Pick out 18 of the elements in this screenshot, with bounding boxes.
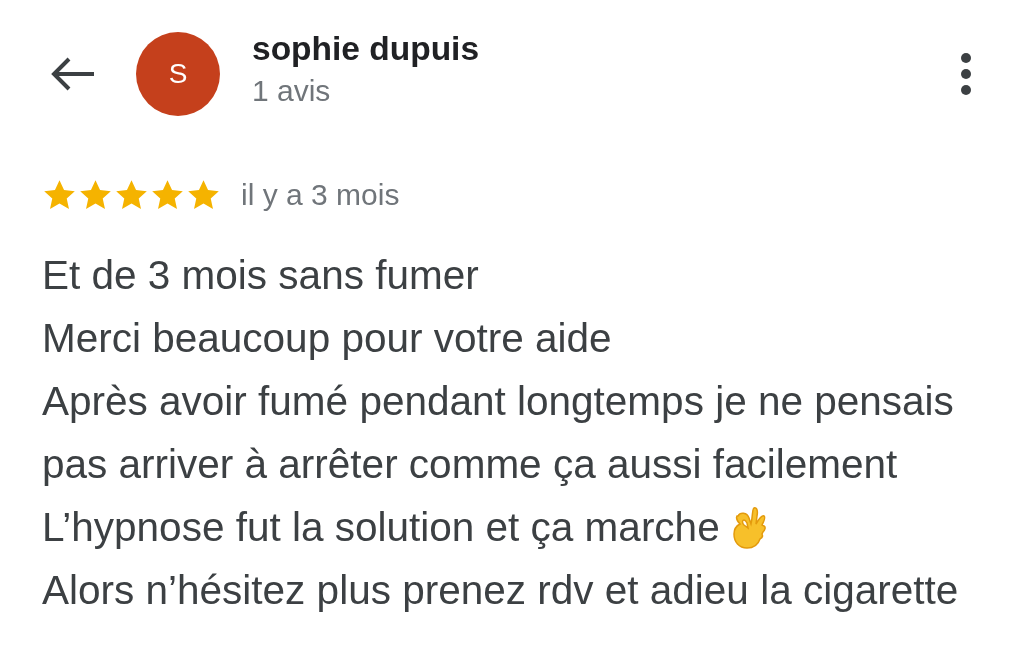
star-icon: [42, 178, 77, 212]
review-date: il y a 3 mois: [241, 178, 400, 212]
review-text-line: pas arriver à arrêter comme ça aussi facilement: [42, 441, 898, 488]
star-icon: [150, 178, 185, 212]
back-icon[interactable]: [50, 57, 96, 91]
review-text-line: Et de 3 mois sans fumer: [42, 252, 479, 299]
star-icon: [78, 178, 113, 212]
avatar: S: [136, 32, 220, 116]
ok-hand-icon: [731, 505, 768, 550]
star-icon: [186, 178, 221, 212]
more-options-icon[interactable]: [960, 52, 972, 96]
review-text-line: Alors n’hésitez plus prenez rdv et adieu la cigarette: [42, 567, 959, 614]
review-count: 1 avis: [252, 74, 332, 108]
star-icon: [114, 178, 149, 212]
review-text-line: L’hypnose fut la solution et ça marche: [42, 504, 720, 551]
reviewer-name[interactable]: sophie dupuis: [252, 30, 960, 68]
review-text-line: Après avoir fumé pendant longtemps je ne pensais: [42, 378, 954, 425]
review-text-line: Merci beaucoup pour votre aide: [42, 315, 612, 362]
